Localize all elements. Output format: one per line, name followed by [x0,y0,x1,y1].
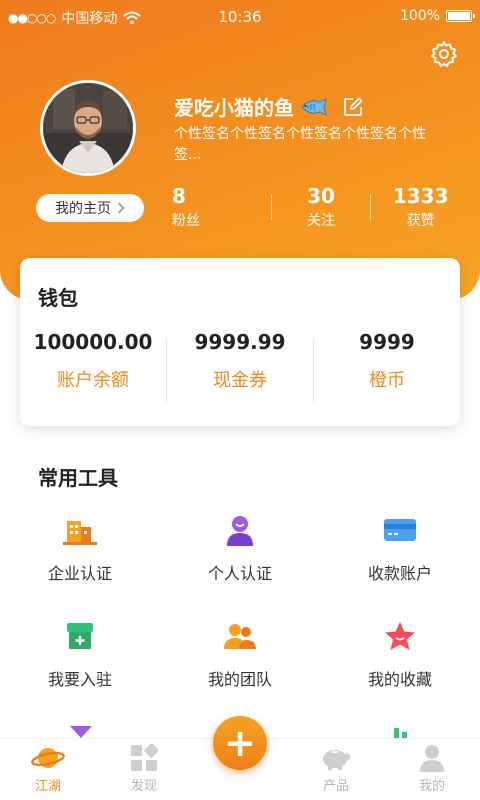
tab-discover[interactable]: 发现 [104,743,184,794]
card-icon [384,519,416,541]
stat-fans[interactable]: 8 粉丝 [160,184,271,230]
edit-icon[interactable] [342,96,364,118]
fish-icon [301,97,327,116]
homepage-label: 我的主页 [55,201,111,217]
tool-my-favorites[interactable]: 我的收藏 [320,616,480,690]
wallet-label: 橙币 [369,370,405,391]
tab-mine[interactable]: 我的 [392,743,472,794]
tab-label: 我的 [418,779,445,794]
piggybank-icon [323,750,351,770]
battery-percent: 100% [399,8,440,24]
gear-icon[interactable] [430,40,458,68]
stat-label: 关注 [307,213,335,229]
tool-my-team[interactable]: 我的团队 [160,616,320,690]
user-icon [420,745,444,772]
wallet-value: 100000.00 [33,330,153,354]
tool-label: 收款账户 [367,564,432,583]
status-right: 100% [399,8,475,24]
stat-value: 30 [307,184,335,208]
signature: 个性签名个性签名个性签名个性签名个性签... [174,126,426,163]
stat-likes[interactable]: 1333 获赞 [371,184,470,230]
wallet-coupon[interactable]: 9999.99 现金券 [167,330,313,402]
tool-label: 个人认证 [207,564,272,583]
partial-hourglass-icon [70,726,92,738]
tool-enterprise-auth[interactable]: 企业认证 [0,510,160,584]
wallet-title: 钱包 [38,286,78,310]
tools-title: 常用工具 [38,466,118,490]
wallet-label: 现金券 [213,370,267,391]
wallet-label: 账户余额 [57,370,129,391]
store-icon [67,623,93,649]
tab-label: 产品 [322,779,349,794]
tab-jianghu[interactable]: 江湖 [8,743,88,794]
avatar-photo [43,83,133,173]
chevron-right-icon [117,202,125,214]
star-icon [385,622,415,650]
planet-icon [31,748,65,768]
discover-icon [131,744,158,771]
status-bar: ●●○○○ 中国移动 10:36 100% [0,0,480,34]
wallet-balance[interactable]: 100000.00 账户余额 [20,330,166,402]
tab-label: 江湖 [34,779,61,794]
wallet-card: 钱包 100000.00 账户余额 9999.99 现金券 9999 橙币 [20,258,460,426]
building-icon [63,521,97,545]
tool-label: 我的收藏 [367,670,432,689]
tool-label: 我的团队 [207,670,272,689]
add-post-button[interactable]: + [213,716,267,770]
nickname-row: 爱吃小猫的鱼 [174,92,364,121]
tool-payment-account[interactable]: 收款账户 [320,510,480,584]
stat-label: 获赞 [406,213,435,229]
homepage-button[interactable]: 我的主页 [36,194,144,222]
tab-label: 发现 [130,779,157,794]
stat-value: 8 [172,184,186,208]
tool-label: 我要入驻 [47,670,112,689]
battery-icon [446,10,475,22]
tab-products[interactable]: 产品 [296,743,376,794]
wallet-value: 9999 [359,330,415,354]
stat-following[interactable]: 30 关注 [272,184,371,230]
person-icon [227,516,253,546]
avatar[interactable] [40,80,136,176]
wallet-value: 9999.99 [194,330,286,354]
wallet-coins[interactable]: 9999 橙币 [314,330,460,402]
stat-label: 粉丝 [172,213,200,229]
wallet-items: 100000.00 账户余额 9999.99 现金券 9999 橙币 [20,330,460,402]
stat-value: 1333 [392,184,449,208]
tool-personal-auth[interactable]: 个人认证 [160,510,320,584]
team-icon [224,624,256,649]
tool-settle-in[interactable]: 我要入驻 [0,616,160,690]
tool-label: 企业认证 [47,564,112,583]
nickname: 爱吃小猫的鱼 [174,96,294,120]
partial-chart-icon [394,728,407,738]
stats-row: 8 粉丝 30 关注 1333 获赞 [160,184,470,230]
